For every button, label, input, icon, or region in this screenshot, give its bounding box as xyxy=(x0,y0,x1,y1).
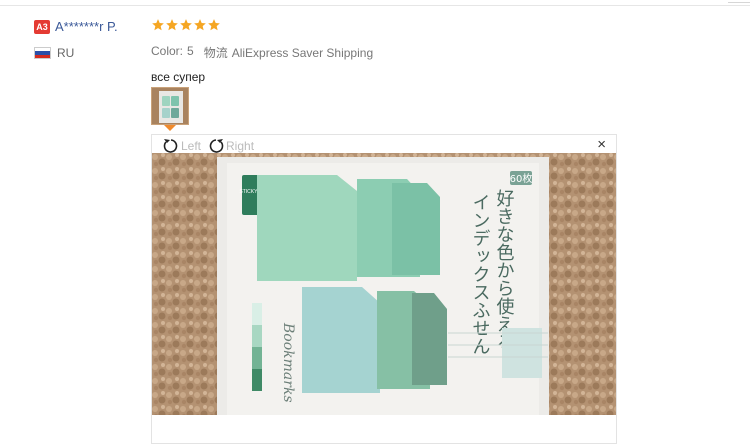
review-text: все супер xyxy=(151,70,206,84)
rotate-right-label: Right xyxy=(226,139,255,153)
rotate-left-label: Left xyxy=(181,139,202,153)
close-viewer-button[interactable]: × xyxy=(597,137,606,153)
photo-jp-line2: インデックスふせん xyxy=(470,193,491,355)
selected-thumbnail-caret xyxy=(164,125,176,131)
shipping-value: AliExpress Saver Shipping xyxy=(231,46,374,60)
star-rating xyxy=(151,16,631,34)
russia-flag-icon xyxy=(34,47,51,59)
photo-count-badge: 60枚 xyxy=(510,172,533,185)
reviewer-name: A*******r P. xyxy=(55,19,118,35)
color-info: Color: 5 xyxy=(151,44,194,61)
country-code: RU xyxy=(57,46,75,60)
photo-image: STICKY NOTE 60枚 好きな色から使える インデックスふせん Book… xyxy=(152,153,616,415)
photo-brand-text: Bookmarks xyxy=(280,322,296,403)
feedback-content: Color: 5 物流 AliExpress Saver Shipping все … xyxy=(151,16,631,84)
color-label: Color: xyxy=(151,44,184,58)
review-photo: STICKY NOTE 60枚 好きな色から使える インデックスふせん Book… xyxy=(152,153,616,415)
star-icon xyxy=(152,19,164,31)
star-icon xyxy=(208,19,220,31)
buyer-level-badge: A3 xyxy=(34,19,50,34)
star-icon xyxy=(166,19,178,31)
photo-jp-line1: 好きな色から使える xyxy=(494,189,515,351)
color-value: 5 xyxy=(187,44,194,58)
top-divider xyxy=(0,5,750,6)
reviewer-country: RU xyxy=(34,46,144,60)
photo-viewer: Left Right × STICKY NOTE 60枚 好きな色から使える イ… xyxy=(151,134,617,444)
thumbnail-image xyxy=(152,88,188,124)
star-icon xyxy=(194,19,206,31)
order-info: Color: 5 物流 AliExpress Saver Shipping xyxy=(151,44,631,61)
shipping-info: 物流 AliExpress Saver Shipping xyxy=(204,44,373,61)
reviewer-info: A3 A*******r P. RU xyxy=(34,18,144,60)
shipping-label: 物流 xyxy=(203,46,228,60)
reviewer-header: A3 A*******r P. xyxy=(34,18,144,36)
star-icon xyxy=(180,19,192,31)
review-photo-thumbnail[interactable] xyxy=(151,87,189,125)
top-right-dash xyxy=(728,2,750,3)
